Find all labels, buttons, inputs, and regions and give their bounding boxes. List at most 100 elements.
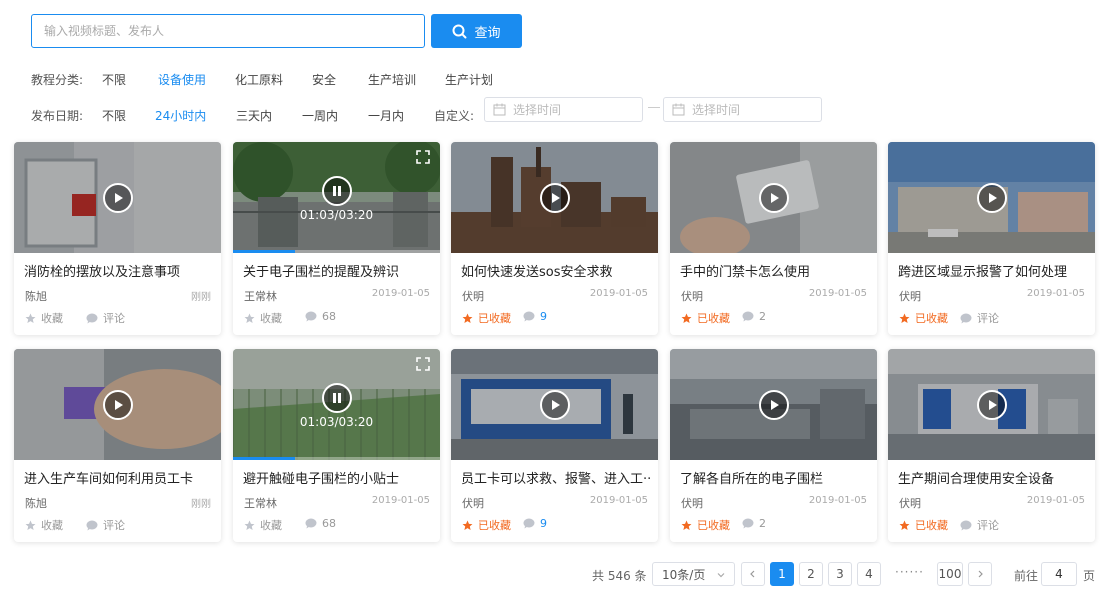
date-start-picker[interactable]: 选择时间 [484,97,643,122]
comment-button[interactable]: 评论 [960,517,999,533]
favorite-button[interactable]: 已收藏 [899,517,948,533]
category-option-any[interactable]: 不限 [102,71,126,88]
play-button[interactable] [758,182,789,213]
video-progress-bar[interactable] [233,457,440,460]
play-button[interactable] [976,389,1007,420]
favorite-button[interactable]: 已收藏 [462,517,511,533]
date-range-separator [648,107,660,108]
search-input[interactable] [31,14,425,48]
video-thumbnail[interactable] [670,142,877,253]
video-card[interactable]: 01:03/03:20 避开触碰电子围栏的小贴士 王常林 2019-01-05 … [233,349,440,542]
page-button-4[interactable]: 4 [857,562,881,586]
favorite-button[interactable]: 收藏 [25,310,63,326]
video-title[interactable]: 跨进区域显示报警了如何处理 [898,261,1088,280]
star-icon [899,313,910,323]
page-button-3[interactable]: 3 [828,562,852,586]
category-option-planning[interactable]: 生产计划 [445,71,493,88]
next-page-button[interactable] [968,562,992,586]
comment-button[interactable]: 68 [305,517,336,530]
comment-button[interactable]: 9 [523,517,547,530]
pagination-ellipsis[interactable]: ······ [895,565,924,579]
video-thumbnail[interactable] [14,349,221,460]
favorite-button[interactable]: 收藏 [244,310,282,326]
video-title[interactable]: 手中的门禁卡怎么使用 [680,261,870,280]
play-button[interactable] [539,182,570,213]
video-title[interactable]: 生产期间合理使用安全设备 [898,468,1088,487]
favorite-button[interactable]: 已收藏 [462,310,511,326]
video-thumbnail[interactable] [888,142,1095,253]
comment-count: 2 [759,310,766,323]
play-button[interactable] [102,389,133,420]
video-card[interactable]: 进入生产车间如何利用员工卡 陈旭 刚刚 收藏 评论 [14,349,221,542]
video-card[interactable]: 01:03/03:20 关于电子围栏的提醒及辨识 王常林 2019-01-05 … [233,142,440,335]
comment-count: 68 [322,517,336,530]
video-thumbnail[interactable] [888,349,1095,460]
video-thumbnail[interactable]: 01:03/03:20 [233,142,440,253]
prev-page-button[interactable] [741,562,765,586]
favorite-button[interactable]: 收藏 [25,517,63,533]
play-button[interactable] [758,389,789,420]
video-card[interactable]: 员工卡可以求救、报警、进入工·· 伏明 2019-01-05 已收藏 9 [451,349,658,542]
video-card[interactable]: 如何快速发送sos安全求救 伏明 2019-01-05 已收藏 9 [451,142,658,335]
date-option-week[interactable]: 一周内 [302,107,338,124]
comment-count: 评论 [103,312,125,325]
video-thumbnail[interactable] [14,142,221,253]
play-button[interactable] [539,389,570,420]
comment-button[interactable]: 2 [742,310,766,323]
date-option-any[interactable]: 不限 [102,107,126,124]
comment-button[interactable]: 评论 [86,517,125,533]
date-option-24h[interactable]: 24小时内 [155,107,206,124]
play-icon [551,399,560,410]
favorite-button[interactable]: 已收藏 [681,310,730,326]
video-card[interactable]: 手中的门禁卡怎么使用 伏明 2019-01-05 已收藏 2 [670,142,877,335]
comment-button[interactable]: 68 [305,310,336,323]
comment-button[interactable]: 2 [742,517,766,530]
comment-count: 9 [540,517,547,530]
video-thumbnail[interactable] [451,349,658,460]
video-title[interactable]: 如何快速发送sos安全求救 [461,261,651,280]
page-button-last[interactable]: 100 [937,562,963,586]
video-title[interactable]: 消防栓的摆放以及注意事项 [24,261,214,280]
video-card[interactable]: 生产期间合理使用安全设备 伏明 2019-01-05 已收藏 评论 [888,349,1095,542]
pause-button[interactable] [321,175,352,206]
video-title[interactable]: 进入生产车间如何利用员工卡 [24,468,214,487]
play-button[interactable] [102,182,133,213]
page-button-1[interactable]: 1 [770,562,794,586]
comment-button[interactable]: 评论 [86,310,125,326]
page-size-select[interactable]: 10条/页 [652,562,735,586]
search-button[interactable]: 查询 [431,14,522,48]
fullscreen-icon[interactable] [416,357,430,371]
comment-count: 2 [759,517,766,530]
video-thumbnail[interactable] [451,142,658,253]
date-end-placeholder: 选择时间 [692,103,741,117]
category-option-training[interactable]: 生产培训 [368,71,416,88]
video-title[interactable]: 了解各自所在的电子围栏 [680,468,870,487]
goto-page-input[interactable] [1041,562,1077,586]
pause-button[interactable] [321,382,352,413]
video-title[interactable]: 避开触碰电子围栏的小贴士 [243,468,433,487]
video-thumbnail[interactable]: 01:03/03:20 [233,349,440,460]
category-option-equipment[interactable]: 设备使用 [158,71,206,88]
date-end-picker[interactable]: 选择时间 [663,97,822,122]
fullscreen-icon[interactable] [416,150,430,164]
video-card[interactable]: 消防栓的摆放以及注意事项 陈旭 刚刚 收藏 评论 [14,142,221,335]
video-card[interactable]: 了解各自所在的电子围栏 伏明 2019-01-05 已收藏 2 [670,349,877,542]
comment-button[interactable]: 9 [523,310,547,323]
video-title[interactable]: 员工卡可以求救、报警、进入工·· [461,468,651,487]
date-option-month[interactable]: 一月内 [368,107,404,124]
category-option-chemicals[interactable]: 化工原料 [235,71,283,88]
page-button-2[interactable]: 2 [799,562,823,586]
date-option-3days[interactable]: 三天内 [236,107,272,124]
video-card[interactable]: 跨进区域显示报警了如何处理 伏明 2019-01-05 已收藏 评论 [888,142,1095,335]
comment-icon [523,518,535,529]
favorite-button[interactable]: 收藏 [244,517,282,533]
play-button[interactable] [976,182,1007,213]
favorite-button[interactable]: 已收藏 [681,517,730,533]
video-title[interactable]: 关于电子围栏的提醒及辨识 [243,261,433,280]
comment-button[interactable]: 评论 [960,310,999,326]
favorite-button[interactable]: 已收藏 [899,310,948,326]
category-option-safety[interactable]: 安全 [312,71,336,88]
video-progress-bar[interactable] [233,250,440,253]
video-thumbnail[interactable] [670,349,877,460]
video-author: 伏明 [899,497,921,510]
